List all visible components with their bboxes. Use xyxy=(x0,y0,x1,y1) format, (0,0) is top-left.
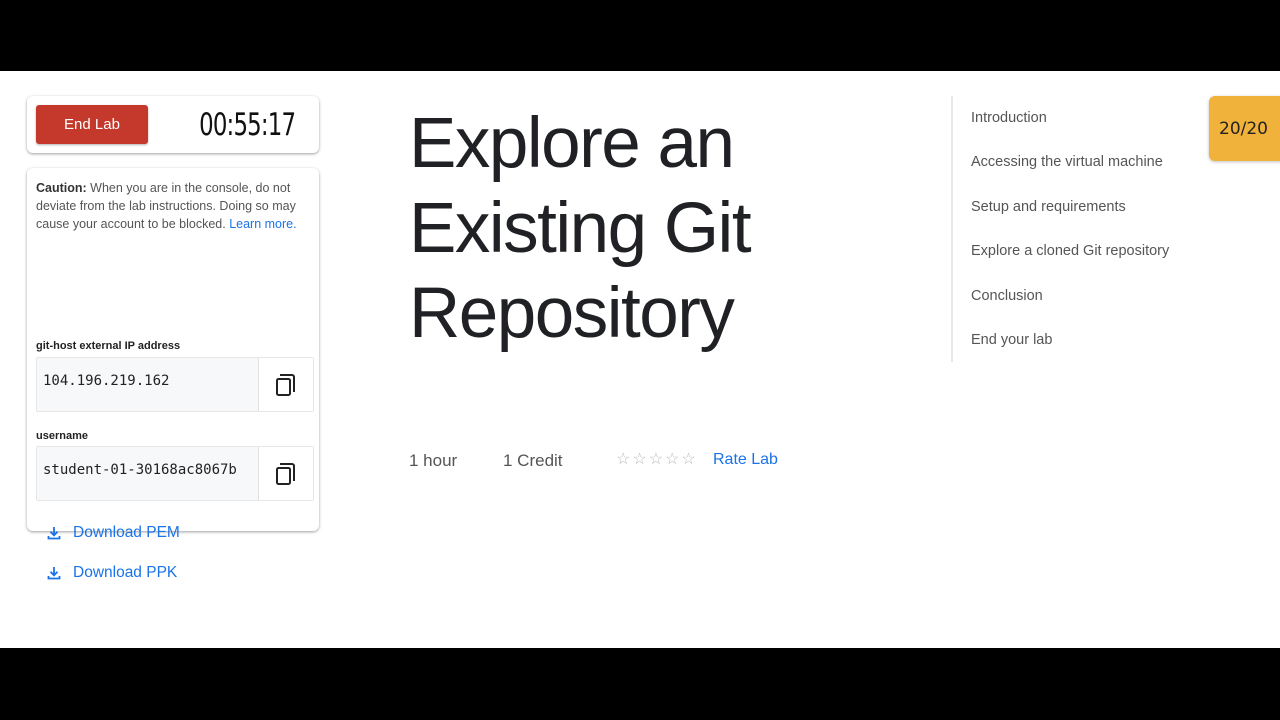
learn-more-link[interactable]: Learn more. xyxy=(229,217,296,231)
caution-label: Caution: xyxy=(36,181,87,195)
lab-control-card: End Lab 00:55:17 xyxy=(27,96,319,153)
toc-item-end-lab[interactable]: End your lab xyxy=(971,332,1052,348)
toc-item-accessing-vm[interactable]: Accessing the virtual machine xyxy=(971,154,1163,170)
download-icon xyxy=(47,527,61,540)
ip-address-value[interactable]: 104.196.219.162 xyxy=(37,358,258,411)
toc-item-setup[interactable]: Setup and requirements xyxy=(971,199,1126,215)
star-icon[interactable]: ☆ xyxy=(665,451,679,469)
copy-icon xyxy=(276,373,295,396)
lab-details-card: Caution: When you are in the console, do… xyxy=(27,168,319,581)
toc-item-explore-repo[interactable]: Explore a cloned Git repository xyxy=(971,243,1169,259)
lab-credits: 1 Credit xyxy=(503,451,563,470)
ip-address-label: git-host external IP address xyxy=(36,340,181,352)
username-value[interactable]: student-01-30168ac8067b xyxy=(37,447,258,500)
toc-item-introduction[interactable]: Introduction xyxy=(971,110,1047,126)
star-icon[interactable]: ☆ xyxy=(649,451,663,469)
toc-item-conclusion[interactable]: Conclusion xyxy=(971,288,1043,304)
download-icon xyxy=(47,567,61,580)
star-icon[interactable]: ☆ xyxy=(632,451,646,469)
lab-duration: 1 hour xyxy=(409,451,458,470)
username-field: student-01-30168ac8067b xyxy=(36,446,314,501)
lab-timer: 00:55:17 xyxy=(198,107,296,143)
table-of-contents: Introduction Accessing the virtual machi… xyxy=(951,96,1169,362)
copy-icon xyxy=(276,462,295,485)
lab-title: Explore an Existing Git Repository xyxy=(409,104,752,353)
download-pem-label: Download PEM xyxy=(73,524,180,541)
download-ppk-link[interactable]: Download PPK xyxy=(46,564,177,582)
username-label: username xyxy=(36,430,88,442)
rating-stars[interactable]: ☆ ☆ ☆ ☆ ☆ xyxy=(616,451,696,469)
copy-ip-button[interactable] xyxy=(258,358,313,411)
download-ppk-label: Download PPK xyxy=(73,564,178,581)
score-badge: 20/20 xyxy=(1209,96,1280,161)
star-icon[interactable]: ☆ xyxy=(616,451,630,469)
star-icon[interactable]: ☆ xyxy=(681,451,695,469)
rate-lab-link[interactable]: Rate Lab xyxy=(713,451,778,469)
caution-message: Caution: When you are in the console, do… xyxy=(36,179,314,233)
end-lab-button[interactable]: End Lab xyxy=(36,105,148,144)
lab-page: End Lab 00:55:17 Caution: When you are i… xyxy=(0,71,1280,648)
download-pem-link[interactable]: Download PEM xyxy=(46,524,180,542)
ip-address-field: 104.196.219.162 xyxy=(36,357,314,412)
copy-username-button[interactable] xyxy=(258,447,313,500)
